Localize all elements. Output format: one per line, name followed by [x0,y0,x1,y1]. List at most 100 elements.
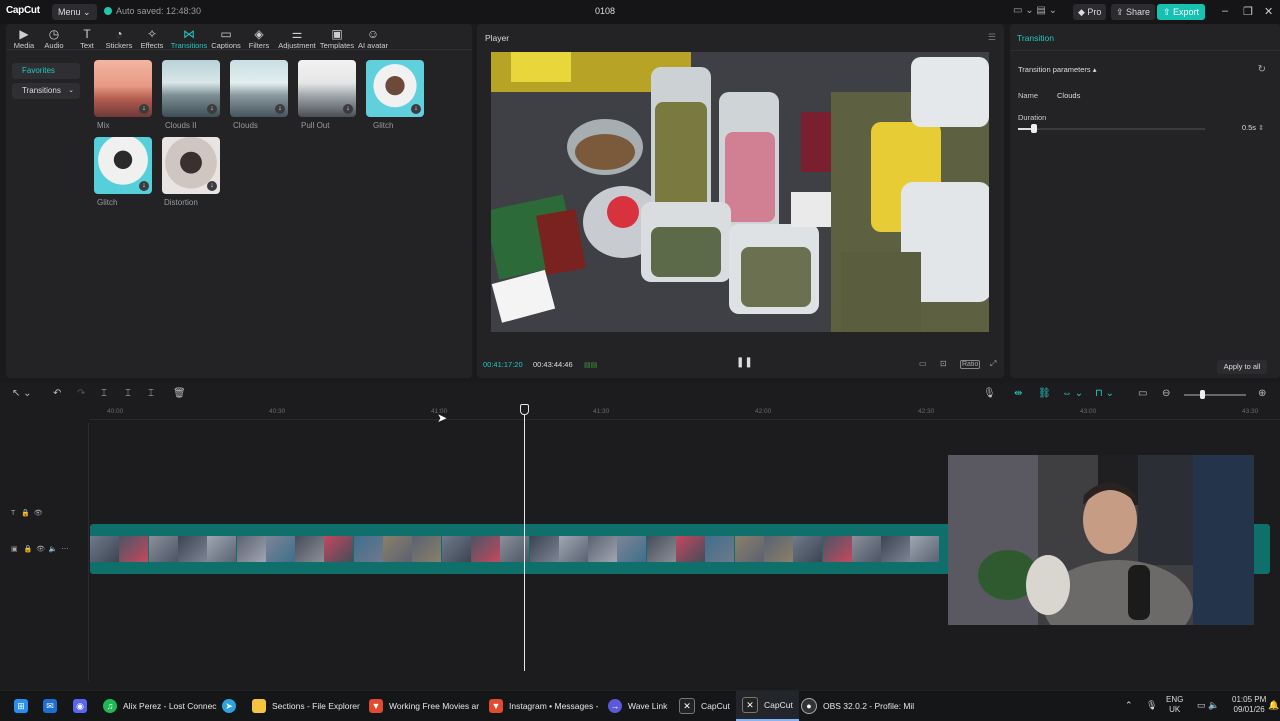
auto-snap-icon[interactable]: ⇹ [1014,388,1022,399]
taskbar-brave-instagram[interactable]: ▼ Instagram • Messages - [489,691,598,721]
select-tool-icon[interactable]: ↖ ⌄ [12,388,32,399]
taskbar-discord[interactable]: ◉ [73,691,93,721]
ruler-tick: 40:00 [107,408,124,415]
transition-glitch-2[interactable]: ↓ [94,137,152,194]
microphone-icon[interactable]: 🎙 [983,388,996,399]
transition-mix[interactable]: ↓ [94,60,152,117]
more-icon[interactable]: ⋯ [61,546,68,553]
video-track-icon: ▣ [11,546,18,553]
apply-to-all-button[interactable]: Apply to all [1217,360,1267,374]
zoom-slider-handle[interactable] [1200,390,1205,399]
ratio-button[interactable]: Ratio [960,360,981,369]
duration-slider-handle[interactable] [1031,124,1037,133]
magnet-icon[interactable]: ⊓ ⌄ [1095,388,1114,399]
audio-mute-icon[interactable]: 🔈 [49,546,58,553]
text-track-header: T 🔒 👁 [11,509,43,517]
pro-button[interactable]: ◆ Pro [1073,4,1107,20]
audio-icon: ◷ [48,27,60,41]
duration-slider[interactable] [1018,128,1205,130]
tab-stickers[interactable]: ◔ Stickers [101,28,137,51]
tray-mic-icon[interactable]: 🎙 [1146,700,1157,710]
delete-icon[interactable]: 🗑 [173,388,186,399]
download-icon: ↓ [275,104,285,114]
tab-transitions[interactable]: ⋈ Transitions [170,28,208,51]
sidebar-item-favorites[interactable]: Favorites [12,63,80,79]
minimize-icon[interactable]: – [1222,5,1228,17]
taskbar-spotify[interactable]: ♫ Alix Perez - Lost Connec [103,691,217,721]
clip-thumbnail [676,536,705,562]
taskbar-brave-movies[interactable]: ▼ Working Free Movies ar [369,691,479,721]
split-left-icon[interactable]: ⌶ [125,388,131,399]
duration-label: Duration [1018,113,1047,122]
restore-icon[interactable]: ❐ [1243,5,1253,18]
taskbar-outlook[interactable]: ✉ [43,691,63,721]
lock-icon[interactable]: 🔒 [23,546,32,553]
zoom-slider[interactable] [1184,394,1246,396]
taskbar-wave-link[interactable]: → Wave Link [608,691,667,721]
network-icon[interactable]: ▭ 🔈 [1197,700,1219,710]
notifications-icon[interactable]: 🔔 [1268,700,1279,710]
playhead-line[interactable] [524,406,525,671]
folder-icon [252,699,266,713]
hamburger-icon[interactable]: ☰ [988,32,996,43]
transition-distortion[interactable]: ↓ [162,137,220,194]
duration-input[interactable]: 0.5s ⇕ [1220,123,1264,135]
taskbar-capcut-1[interactable]: ✕ CapCut [679,691,730,721]
language-indicator[interactable]: ENG UK [1166,695,1183,715]
stepper-icon[interactable]: ⇕ [1258,125,1264,132]
tab-audio[interactable]: ◷ Audio [36,27,72,51]
menu-button[interactable]: Menu ⌄ [52,4,97,20]
layout-icons[interactable]: ▭ ⌄ ▤ ⌄ [1013,5,1057,16]
eye-icon[interactable]: 👁 [36,546,45,553]
eye-icon[interactable]: 👁 [34,510,43,517]
tray-overflow-icon[interactable]: ⌃ [1125,700,1133,710]
preview-axis-icon[interactable]: ⇔ ⌄ [1062,388,1083,399]
tab-effects[interactable]: ✧ Effects [134,28,170,51]
taskbar-label: Alix Perez - Lost Connec [123,701,217,711]
transition-params-header[interactable]: Transition parameters ▴ [1018,65,1097,74]
close-icon[interactable]: ✕ [1264,5,1273,18]
full-quality-icon[interactable]: ▭ [919,359,927,368]
taskbar-file-explorer[interactable]: Sections - File Explorer [252,691,360,721]
fullscreen-icon[interactable]: ⤢ [990,359,996,369]
lock-icon[interactable]: 🔒 [21,510,30,517]
playhead-handle[interactable] [520,404,529,415]
pause-button[interactable]: ❚❚ [736,357,753,368]
transition-clouds[interactable]: ↓ [230,60,288,117]
taskbar-obs[interactable]: ● OBS 32.0.2 - Profile: Mil [801,691,914,721]
undo-icon[interactable]: ↶ [53,388,61,399]
captions-track-icon[interactable]: ▭ [1138,388,1147,399]
reset-icon[interactable]: ↻ [1258,64,1266,75]
clock[interactable]: 01:05 PM 09/01/26 [1232,695,1266,715]
pro-label: Pro [1087,7,1102,17]
tab-templates[interactable]: ▣ Templates [318,28,356,51]
tab-captions[interactable]: ▭ Captions [208,28,244,51]
tab-adjustment[interactable]: ⚌ Adjustment [276,28,318,51]
split-right-icon[interactable]: ⌶ [148,388,154,399]
windows-start-button[interactable]: ⊞ [14,691,34,721]
tab-filters[interactable]: ◈ Filters [241,28,277,51]
ruler[interactable] [90,419,1280,420]
tab-text[interactable]: T Text [69,28,105,51]
transition-glitch[interactable]: ↓ [366,60,424,117]
taskbar-capcut-2[interactable]: ✕ CapCut [736,691,799,721]
export-label: Export [1173,7,1200,17]
video-preview[interactable] [491,52,989,332]
share-button[interactable]: ⇪ Share [1111,4,1156,20]
transition-label: Pull Out [301,121,330,130]
transition-pull-out[interactable]: ↓ [298,60,356,117]
clip-thumbnail [236,536,266,562]
sidebar-item-transitions[interactable]: Transitions ⌄ [12,83,80,99]
export-button[interactable]: ⇧ Export [1157,4,1206,20]
split-icon[interactable]: ⌶ [101,388,107,399]
snapshot-icon[interactable]: ⊡ [940,359,947,368]
linkage-icon[interactable]: ⛓ [1038,388,1051,399]
taskbar-telegram[interactable]: ➤ [222,691,242,721]
zoom-out-icon[interactable]: ⊖ [1162,388,1170,399]
clock-date: 09/01/26 [1233,705,1265,714]
inspector-title[interactable]: Transition [1017,33,1054,43]
tab-ai-avatar[interactable]: ☺ AI avatar [356,28,390,51]
zoom-in-icon[interactable]: ⊕ [1258,388,1266,399]
redo-icon[interactable]: ↷ [77,388,85,399]
transition-clouds-ii[interactable]: ↓ [162,60,220,117]
